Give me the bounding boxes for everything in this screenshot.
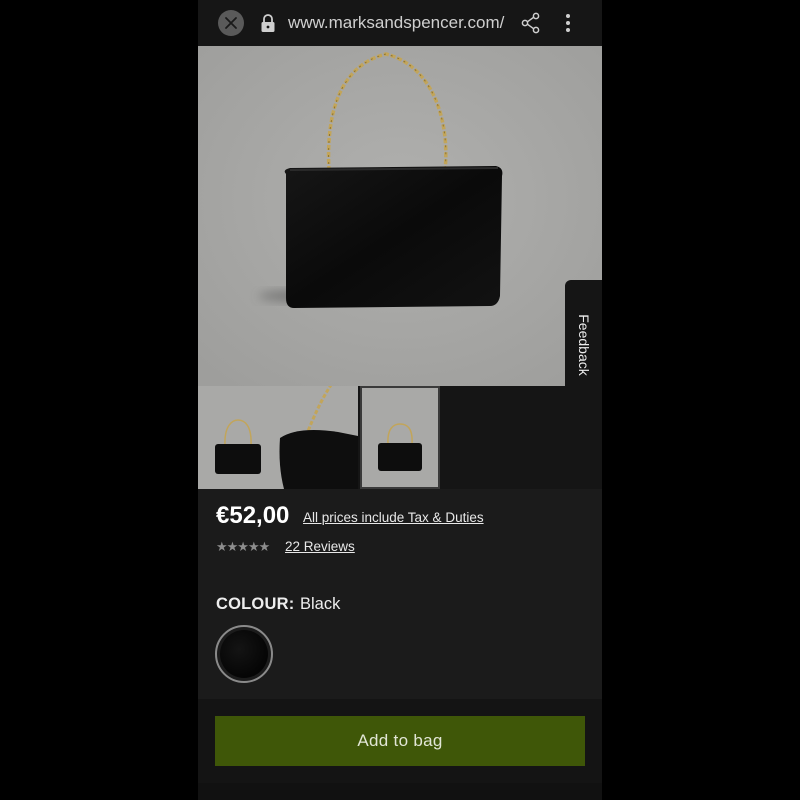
thumbnail-bag-front (198, 386, 278, 489)
rating-stars: ★★★★★ (216, 539, 270, 554)
product-main-image[interactable] (198, 46, 602, 386)
handbag-image (198, 46, 602, 386)
mobile-screen: www.marksandspencer.com/e Feedback €52,0… (198, 0, 602, 800)
thumbnail-bag-side (362, 388, 438, 487)
browser-url-bar: www.marksandspencer.com/e (198, 0, 602, 46)
colour-label: COLOUR: (216, 595, 295, 613)
thumbnail-2[interactable] (278, 386, 358, 489)
reviews-link[interactable]: 22 Reviews (285, 539, 355, 554)
colour-swatch-black[interactable] (215, 625, 273, 683)
thumbnail-bag-closeup (278, 386, 358, 489)
close-tab-button[interactable] (218, 10, 244, 36)
colour-value: Black (300, 595, 341, 613)
thumbnail-1[interactable] (198, 386, 278, 489)
more-vertical-icon[interactable] (562, 12, 574, 34)
thumbnail-strip (198, 386, 602, 489)
lock-icon (261, 14, 275, 32)
share-icon[interactable] (520, 12, 542, 34)
bottom-navigation-bar (198, 783, 602, 800)
product-price: €52,00 (216, 502, 290, 529)
thumbnail-3-selected[interactable] (360, 386, 440, 489)
url-field[interactable]: www.marksandspencer.com/e (288, 12, 505, 34)
add-to-bag-button[interactable]: Add to bag (215, 716, 585, 766)
feedback-label: Feedback (575, 314, 592, 376)
close-icon (225, 17, 237, 29)
tax-duties-link[interactable]: All prices include Tax & Duties (303, 510, 484, 525)
